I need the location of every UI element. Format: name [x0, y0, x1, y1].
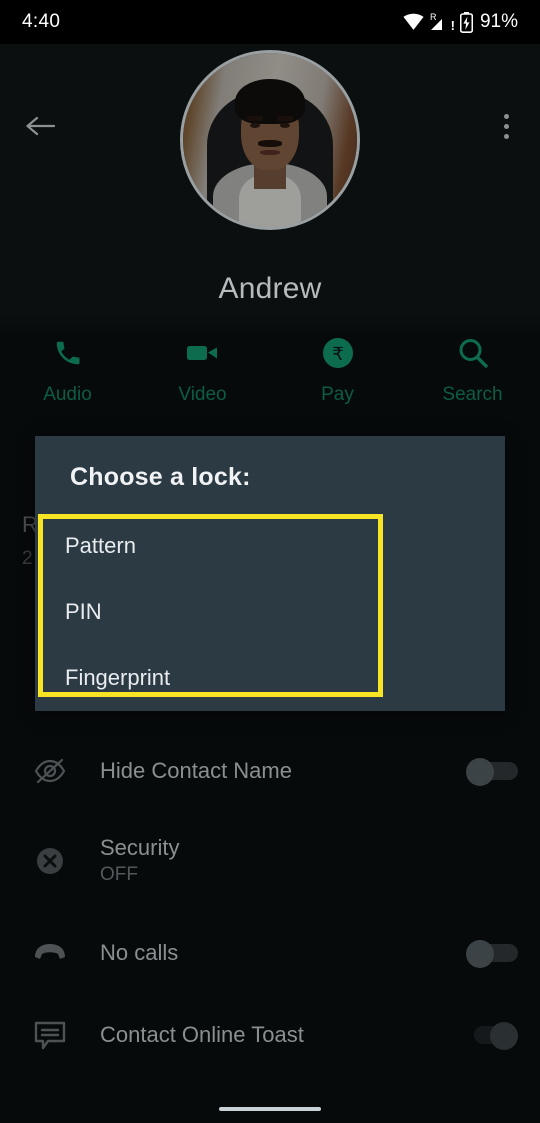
- rupee-circle-icon: ₹: [322, 336, 354, 370]
- wifi-icon: [403, 13, 424, 30]
- switch[interactable]: [466, 940, 518, 968]
- switch-thumb: [490, 1022, 518, 1050]
- header-gradient: [0, 314, 540, 336]
- toggle-contact-online-toast[interactable]: [444, 998, 540, 1072]
- call-end-icon: [0, 916, 100, 990]
- action-pay[interactable]: ₹ Pay: [270, 336, 405, 436]
- avatar-scrim: [183, 53, 357, 227]
- toggle-hide-contact-name[interactable]: [444, 734, 540, 808]
- setting-row-contact-online-toast[interactable]: Contact Online Toast: [0, 998, 540, 1072]
- home-indicator[interactable]: [219, 1107, 321, 1111]
- search-icon: [457, 336, 489, 370]
- contact-name: Andrew: [218, 272, 322, 305]
- phone-screen: 4:40 R ! 91% Andrew Audio Video ₹ Pay Se…: [0, 0, 540, 1123]
- setting-title: No calls: [100, 940, 179, 966]
- lock-option-pin[interactable]: PIN: [65, 599, 102, 625]
- profile-header: Andrew: [0, 44, 540, 314]
- lock-options-highlight-box: Pattern PIN Fingerprint: [38, 514, 383, 697]
- setting-text: Hide Contact Name: [100, 757, 444, 785]
- choose-lock-dialog: Choose a lock: Pattern PIN Fingerprint: [35, 436, 505, 711]
- setting-subtitle: OFF: [100, 864, 138, 886]
- phone-icon: [53, 336, 83, 370]
- setting-row-hide-contact-name[interactable]: Hide Contact Name: [0, 734, 540, 808]
- action-video-label: Video: [178, 384, 227, 405]
- more-vertical-icon: [503, 113, 509, 119]
- x-circle-icon: [0, 824, 100, 898]
- toggle-no-calls[interactable]: [444, 916, 540, 990]
- contact-action-row: Audio Video ₹ Pay Search: [0, 336, 540, 436]
- switch-thumb: [466, 940, 494, 968]
- back-button[interactable]: [20, 106, 60, 146]
- status-icons: R ! 91%: [403, 11, 518, 33]
- action-audio[interactable]: Audio: [0, 336, 135, 436]
- setting-title: Contact Online Toast: [100, 1022, 304, 1048]
- setting-security-spacer: [444, 824, 540, 898]
- setting-title: Security: [100, 834, 180, 860]
- action-audio-label: Audio: [43, 384, 92, 405]
- more-vertical-icon: [503, 123, 509, 129]
- action-search[interactable]: Search: [405, 336, 540, 436]
- more-vertical-icon: [503, 133, 509, 139]
- setting-text: Contact Online Toast: [100, 1021, 444, 1049]
- roaming-signal-icon: R !: [429, 11, 455, 33]
- svg-text:₹: ₹: [332, 344, 343, 364]
- avatar[interactable]: [180, 50, 360, 230]
- video-camera-icon: [186, 336, 220, 370]
- switch[interactable]: [466, 1022, 518, 1050]
- battery-percent: 91%: [479, 11, 518, 32]
- action-video[interactable]: Video: [135, 336, 270, 436]
- navigation-bar: [0, 1080, 540, 1123]
- status-time: 4:40: [22, 11, 61, 32]
- status-bar: 4:40 R ! 91%: [0, 0, 540, 44]
- setting-text: Security OFF: [100, 834, 444, 888]
- action-pay-label: Pay: [321, 384, 354, 405]
- lock-option-fingerprint[interactable]: Fingerprint: [65, 665, 170, 691]
- lock-option-pattern[interactable]: Pattern: [65, 533, 136, 559]
- switch-thumb: [466, 758, 494, 786]
- battery-charging-icon: [459, 11, 473, 33]
- eye-off-icon: [0, 734, 100, 808]
- setting-text: No calls: [100, 939, 444, 967]
- setting-row-security[interactable]: Security OFF: [0, 824, 540, 898]
- action-search-label: Search: [442, 384, 503, 405]
- overflow-menu-button[interactable]: [486, 106, 526, 146]
- arrow-left-icon: [26, 116, 55, 136]
- message-icon: [0, 998, 100, 1072]
- setting-title: Hide Contact Name: [100, 758, 292, 784]
- dialog-title: Choose a lock:: [70, 463, 251, 491]
- switch[interactable]: [466, 758, 518, 786]
- setting-row-no-calls[interactable]: No calls: [0, 916, 540, 990]
